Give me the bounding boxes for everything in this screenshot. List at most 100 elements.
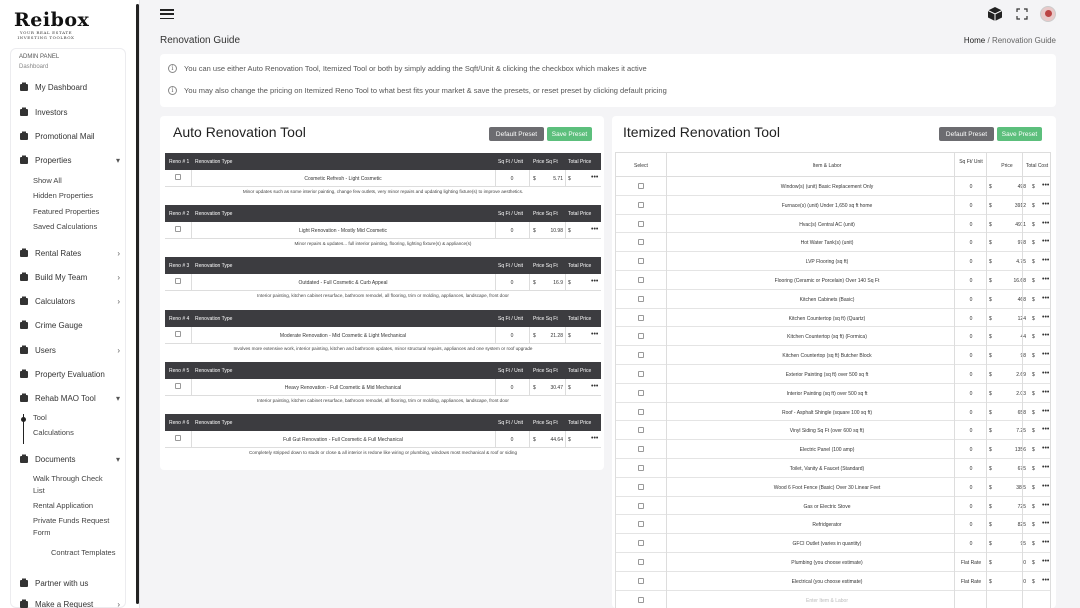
row-menu-icon[interactable]: ••• — [1042, 238, 1049, 245]
item-qty-input[interactable]: 0 — [956, 410, 986, 416]
item-qty-input[interactable]: 0 — [956, 504, 986, 510]
auto-save-preset-button[interactable]: Save Preset — [547, 127, 592, 141]
row-menu-icon[interactable]: ••• — [591, 226, 598, 233]
sidebar-subitem[interactable]: Walk Through Check — [33, 474, 103, 483]
item-checkbox[interactable] — [638, 408, 644, 415]
reno-price-input[interactable]: 16.9 — [539, 280, 563, 286]
sidebar-subitem[interactable]: Saved Calculations — [33, 222, 97, 231]
row-menu-icon[interactable]: ••• — [1042, 520, 1049, 527]
sidebar-subitem[interactable]: Rental Application — [33, 501, 93, 510]
item-qty-input[interactable]: 0 — [956, 428, 986, 434]
row-menu-icon[interactable]: ••• — [1042, 257, 1049, 264]
logo[interactable]: Reibox YOUR REAL ESTATE INVESTING TOOLBO… — [14, 10, 89, 40]
row-menu-icon[interactable]: ••• — [1042, 201, 1049, 208]
item-qty-input[interactable]: 0 — [956, 447, 986, 453]
sidebar-subitem-contract-templates[interactable]: Contract Templates — [51, 548, 115, 557]
item-checkbox[interactable] — [638, 239, 644, 246]
sidebar-subitem[interactable]: Tool — [33, 413, 47, 422]
item-checkbox[interactable] — [638, 370, 644, 377]
reno-price-input[interactable]: 21.28 — [539, 333, 563, 339]
sidebar-item-partner-with-us[interactable]: Partner with us — [18, 573, 122, 593]
row-menu-icon[interactable]: ••• — [591, 174, 598, 181]
package-icon[interactable] — [986, 6, 1004, 22]
reno-sqft-input[interactable]: 0 — [495, 333, 529, 339]
avatar[interactable] — [1040, 6, 1056, 22]
item-checkbox[interactable] — [638, 540, 644, 547]
sidebar-item-rehab-mao-tool[interactable]: Rehab MAO Tool ▾ — [18, 388, 122, 408]
sidebar-item-property-evaluation[interactable]: Property Evaluation — [18, 364, 122, 384]
item-checkbox[interactable] — [638, 201, 644, 208]
menu-toggle-button[interactable] — [160, 9, 174, 20]
sidebar-item-properties[interactable]: Properties ▾ — [18, 150, 122, 170]
reno-checkbox[interactable] — [175, 331, 181, 337]
item-qty-input[interactable]: 0 — [956, 259, 986, 265]
item-checkbox[interactable] — [638, 483, 644, 490]
sidebar-item-promotional-mail[interactable]: Promotional Mail — [18, 126, 122, 146]
row-menu-icon[interactable]: ••• — [1042, 577, 1049, 584]
item-checkbox[interactable] — [638, 352, 644, 359]
item-checkbox[interactable] — [638, 464, 644, 471]
sidebar-subitem[interactable]: Calculations — [33, 428, 74, 437]
row-menu-icon[interactable]: ••• — [1042, 483, 1049, 490]
item-checkbox[interactable] — [638, 389, 644, 396]
row-menu-icon[interactable]: ••• — [1042, 220, 1049, 227]
row-menu-icon[interactable]: ••• — [1042, 558, 1049, 565]
reno-price-input[interactable]: 30.47 — [539, 385, 563, 391]
item-qty-input[interactable]: 0 — [956, 541, 986, 547]
reno-sqft-input[interactable]: 0 — [495, 176, 529, 182]
item-qty-input[interactable]: 0 — [956, 485, 986, 491]
sidebar-subitem[interactable]: Form — [33, 528, 51, 537]
item-qty-input[interactable]: 0 — [956, 278, 986, 284]
row-menu-icon[interactable]: ••• — [591, 278, 598, 285]
admin-panel-sub[interactable]: Dashboard — [19, 64, 48, 70]
reno-checkbox[interactable] — [175, 383, 181, 389]
sidebar-subitem[interactable]: Show All — [33, 176, 62, 185]
itemized-save-preset-button[interactable]: Save Preset — [997, 127, 1042, 141]
row-menu-icon[interactable]: ••• — [591, 383, 598, 390]
item-checkbox[interactable] — [638, 276, 644, 283]
row-menu-icon[interactable]: ••• — [1042, 370, 1049, 377]
auto-default-preset-button[interactable]: Default Preset — [489, 127, 544, 141]
item-checkbox[interactable] — [638, 333, 644, 340]
reno-checkbox[interactable] — [175, 174, 181, 180]
reno-checkbox[interactable] — [175, 435, 181, 441]
sidebar-item-my-dashboard[interactable]: My Dashboard — [18, 77, 122, 97]
item-qty-input[interactable]: 0 — [956, 222, 986, 228]
row-menu-icon[interactable]: ••• — [1042, 182, 1049, 189]
item-checkbox[interactable] — [638, 314, 644, 321]
item-qty-input[interactable]: 0 — [956, 466, 986, 472]
reno-price-input[interactable]: 44.64 — [539, 437, 563, 443]
item-checkbox[interactable] — [638, 295, 644, 302]
row-menu-icon[interactable]: ••• — [1042, 332, 1049, 339]
row-menu-icon[interactable]: ••• — [1042, 314, 1049, 321]
sidebar-item-investors[interactable]: Investors — [18, 102, 122, 122]
row-menu-icon[interactable]: ••• — [1042, 351, 1049, 358]
item-checkbox[interactable] — [638, 577, 644, 584]
row-menu-icon[interactable]: ••• — [1042, 426, 1049, 433]
item-checkbox[interactable] — [638, 220, 644, 227]
sidebar-subitem[interactable]: Hidden Properties — [33, 191, 93, 200]
itemized-default-preset-button[interactable]: Default Preset — [939, 127, 994, 141]
reno-sqft-input[interactable]: 0 — [495, 280, 529, 286]
reno-sqft-input[interactable]: 0 — [495, 437, 529, 443]
sidebar-item-users[interactable]: Users › — [18, 340, 122, 360]
row-menu-icon[interactable]: ••• — [1042, 295, 1049, 302]
item-qty-input[interactable]: 0 — [956, 203, 986, 209]
fullscreen-icon[interactable] — [1016, 8, 1028, 20]
reno-price-input[interactable]: 10.98 — [539, 228, 563, 234]
sidebar-item-calculators[interactable]: Calculators › — [18, 291, 122, 311]
item-checkbox[interactable] — [638, 521, 644, 528]
reno-checkbox[interactable] — [175, 278, 181, 284]
reno-sqft-input[interactable]: 0 — [495, 385, 529, 391]
row-menu-icon[interactable]: ••• — [1042, 408, 1049, 415]
reno-price-input[interactable]: 5.71 — [539, 176, 563, 182]
row-menu-icon[interactable]: ••• — [591, 331, 598, 338]
item-qty-input[interactable]: 0 — [956, 240, 986, 246]
row-menu-icon[interactable]: ••• — [1042, 445, 1049, 452]
sidebar-item-documents[interactable]: Documents ▾ — [18, 449, 122, 469]
reno-sqft-input[interactable]: 0 — [495, 228, 529, 234]
item-qty-input[interactable]: 0 — [956, 353, 986, 359]
item-checkbox[interactable] — [638, 446, 644, 453]
item-qty-input[interactable]: 0 — [956, 297, 986, 303]
item-label[interactable]: Enter Item & Labor — [668, 598, 986, 604]
